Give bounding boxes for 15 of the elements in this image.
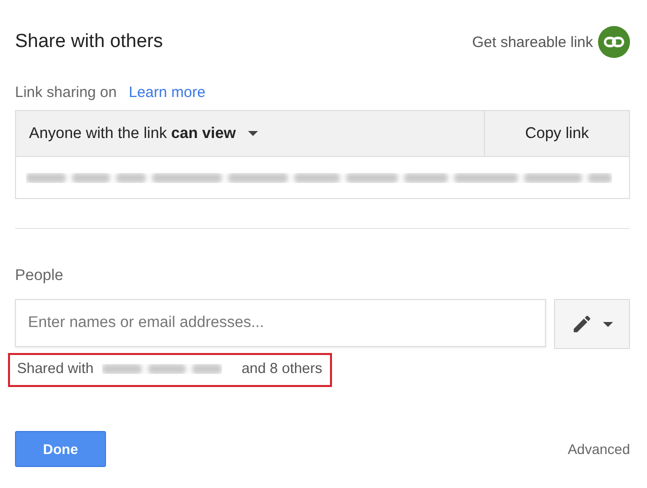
people-label: People [15,267,64,285]
link-sharing-label: Link sharing on [15,84,117,101]
people-input-field[interactable]: Enter names or email addresses... [15,299,546,347]
pencil-icon [571,313,593,335]
caret-icon [603,322,613,326]
link-icon[interactable] [598,26,630,58]
get-shareable-link[interactable]: Get shareable link [472,34,593,50]
dialog-title: Share with others [15,31,163,53]
shared-with-text: Shared with [17,361,94,377]
caret-icon [248,131,258,136]
access-dropdown[interactable]: Anyone with the link can view [16,111,484,156]
others-count-text: and 8 others [242,361,322,377]
permission-button[interactable] [554,299,630,349]
learn-more-link[interactable]: Learn more [128,84,206,101]
advanced-link[interactable]: Advanced [568,441,630,457]
